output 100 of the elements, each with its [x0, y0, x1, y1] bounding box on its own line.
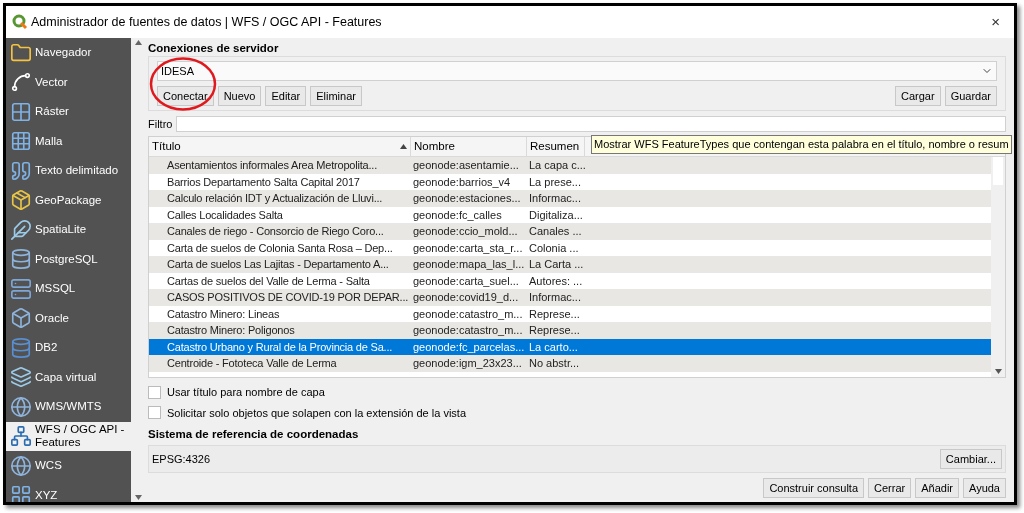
scrollbar[interactable]: [991, 157, 1005, 377]
sidebar-item[interactable]: Capa virtual: [6, 362, 131, 392]
table-cell-text: Digitaliza...: [528, 207, 584, 223]
vector-icon: [10, 71, 32, 94]
table-row[interactable]: CASOS POSITIVOS DE COVID-19 POR DEPAR... geonode:covid19_d... Informac...: [149, 289, 991, 306]
table-cell-text: Catastro Minero: Poligonos: [166, 323, 296, 338]
table-cell-text: geonode:carta_suel...: [412, 273, 520, 289]
table-cell-text: geonode:catastro_m...: [412, 306, 524, 322]
button[interactable]: Nuevo: [217, 86, 262, 106]
button[interactable]: Cargar: [895, 86, 941, 106]
table-cell-text: geonode:igm_23x23...: [412, 356, 523, 371]
table-cell-text: Calles Localidades Salta: [166, 207, 284, 223]
tooltip: Mostrar WFS FeatureTypes que contengan esta palabra en el título, nombre o resum: [591, 135, 1012, 154]
checkbox-label: Usar título para nombre de capa: [167, 385, 325, 400]
layers-icon: [10, 366, 32, 389]
sidebar-item[interactable]: WMS/WMTS: [6, 392, 131, 422]
package-icon: [10, 189, 32, 212]
table-row[interactable]: Asentamientos informales Area Metropolita... geonode:asentamie... La capa c...: [149, 157, 991, 174]
filter-field[interactable]: [176, 116, 1006, 132]
close-button[interactable]: ×: [983, 10, 1008, 34]
table-cell-text: Catastro Minero: Lineas: [166, 306, 281, 322]
table-cell-text: Canales de riego - Consorcio de Riego Coro...: [166, 224, 385, 239]
table-cell-text: No abstr...: [528, 356, 581, 371]
section-heading: Conexiones de servidor: [148, 41, 280, 56]
sidebar-item[interactable]: DB2: [6, 333, 131, 363]
table-cell-text: Asentamientos informales Area Metropolita...: [166, 158, 379, 173]
scroll-up-icon[interactable]: [134, 40, 142, 45]
table-cell-text: geonode:estaciones...: [412, 191, 522, 206]
table-cell-text: Autores: ...: [528, 273, 584, 289]
table-cell-text: Barrios Departamento Salta Capital 2017: [166, 174, 361, 190]
grid-icon: [10, 484, 32, 502]
table-cell-text: geonode:fc_calles: [412, 207, 503, 223]
column-header[interactable]: Nombre: [411, 137, 527, 156]
table-cell-text: geonode:catastro_m...: [412, 323, 524, 338]
button[interactable]: Conectar: [157, 86, 214, 106]
table-row[interactable]: Canales de riego - Consorcio de Riego Coro... geonode:ccio_mold... Canales ...: [149, 223, 991, 240]
table-cell-text: Calculo relación IDT y Actualización de Lluvi...: [166, 191, 384, 206]
table-cell-text: Colonia ...: [528, 240, 580, 256]
sidebar-item[interactable]: GeoPackage: [6, 185, 131, 215]
app-logo-icon: [12, 14, 28, 30]
globe-icon: [10, 454, 32, 477]
button[interactable]: Cerrar: [868, 478, 912, 499]
column-header[interactable]: Título: [149, 137, 411, 156]
table-cell-text: geonode:fc_parcelas...: [412, 339, 526, 355]
table-cell-text: geonode:mapa_las_l...: [412, 257, 526, 272]
table-row[interactable]: Centroide - Fototeca Valle de Lerma geonode:igm_23x23... No abstr...: [149, 355, 991, 372]
checkbox[interactable]: [148, 385, 161, 399]
checkbox[interactable]: [148, 406, 161, 420]
column-header[interactable]: Resumen: [527, 137, 585, 156]
button[interactable]: Eliminar: [310, 86, 362, 106]
connection-dropdown[interactable]: IDESA: [157, 61, 997, 81]
table-cell-text: La Carta ...: [528, 257, 585, 272]
table-cell-text: La capa c...: [528, 158, 585, 173]
table-row[interactable]: Calculo relación IDT y Actualización de Lluvi... geonode:estaciones... Informac...: [149, 190, 991, 207]
sidebar-item[interactable]: Ráster: [6, 97, 131, 127]
table-cell-text: Carta de suelos de Colonia Santa Rosa – Dep...: [166, 240, 394, 256]
table-cell-text: geonode:carta_sta_r...: [412, 240, 524, 256]
button[interactable]: Cambiar...: [939, 449, 1002, 470]
sidebar-item[interactable]: Oracle: [6, 303, 131, 333]
table-cell-text: La carto...: [528, 339, 579, 355]
button[interactable]: Construir consulta: [763, 478, 865, 499]
table-cell-text: Carta de suelos Las Lajitas - Departamento A...: [166, 257, 390, 272]
table-cell-text: Represe...: [528, 306, 581, 322]
sidebar-item[interactable]: SpatiaLite: [6, 215, 131, 245]
table-cell-text: Represe...: [528, 323, 581, 338]
scroll-down-icon[interactable]: [134, 495, 142, 500]
sidebar-item[interactable]: Malla: [6, 126, 131, 156]
sidebar-item[interactable]: Vector: [6, 67, 131, 97]
scrollbar-thumb[interactable]: [993, 157, 1003, 185]
button[interactable]: Ayuda: [963, 478, 1006, 499]
sidebar-item[interactable]: XYZ: [6, 480, 131, 502]
sidebar-item[interactable]: Navegador: [6, 38, 131, 68]
sort-arrow-icon[interactable]: [400, 144, 407, 149]
table-cell-text: Informac...: [528, 290, 582, 305]
table-cell-text: Catastro Urbano y Rural de la Provincia de Sa...: [166, 339, 394, 355]
table-cell-text: La prese...: [528, 174, 582, 190]
scroll-down-icon[interactable]: [994, 369, 1002, 374]
grid-icon: [10, 100, 32, 123]
section-heading: Sistema de referencia de coordenadas: [148, 427, 360, 442]
table-cell-text: Cartas de suelos del Valle de Lerma - Salta: [166, 273, 371, 289]
annotation-circle-drawing: [149, 57, 217, 111]
sidebar-item[interactable]: MSSQL: [6, 274, 131, 304]
mesh-icon: [10, 130, 32, 153]
button[interactable]: Editar: [265, 86, 307, 106]
table-row[interactable]: Catastro Minero: Poligonos geonode:catastro_m... Represe...: [149, 322, 991, 339]
sidebar-item[interactable]: Texto delimitado: [6, 156, 131, 186]
table-cell-text: CASOS POSITIVOS DE COVID-19 POR DEPAR...: [166, 290, 410, 305]
globe-icon: [10, 395, 32, 418]
sidebar-item[interactable]: WFS / OGC API - Features: [6, 421, 131, 451]
table-row[interactable]: Carta de suelos Las Lajitas - Departamento A... geonode:mapa_las_l... La Carta ...: [149, 256, 991, 273]
button[interactable]: Añadir: [915, 478, 959, 499]
feather-icon: [10, 218, 32, 241]
sidebar-item[interactable]: PostgreSQL: [6, 244, 131, 274]
sidebar-item[interactable]: WCS: [6, 451, 131, 481]
checkbox-label: Solicitar solo objetos que solapen con la extensión de la vista: [167, 405, 467, 421]
table-cell-text: geonode:ccio_mold...: [412, 224, 519, 239]
crs-value: EPSG:4326: [152, 452, 212, 467]
button[interactable]: Guardar: [944, 86, 997, 106]
table-cell-text: geonode:asentamie...: [412, 158, 520, 173]
window-title: Administrador de fuentes de datos | WFS / OGC API - Features: [31, 13, 382, 31]
